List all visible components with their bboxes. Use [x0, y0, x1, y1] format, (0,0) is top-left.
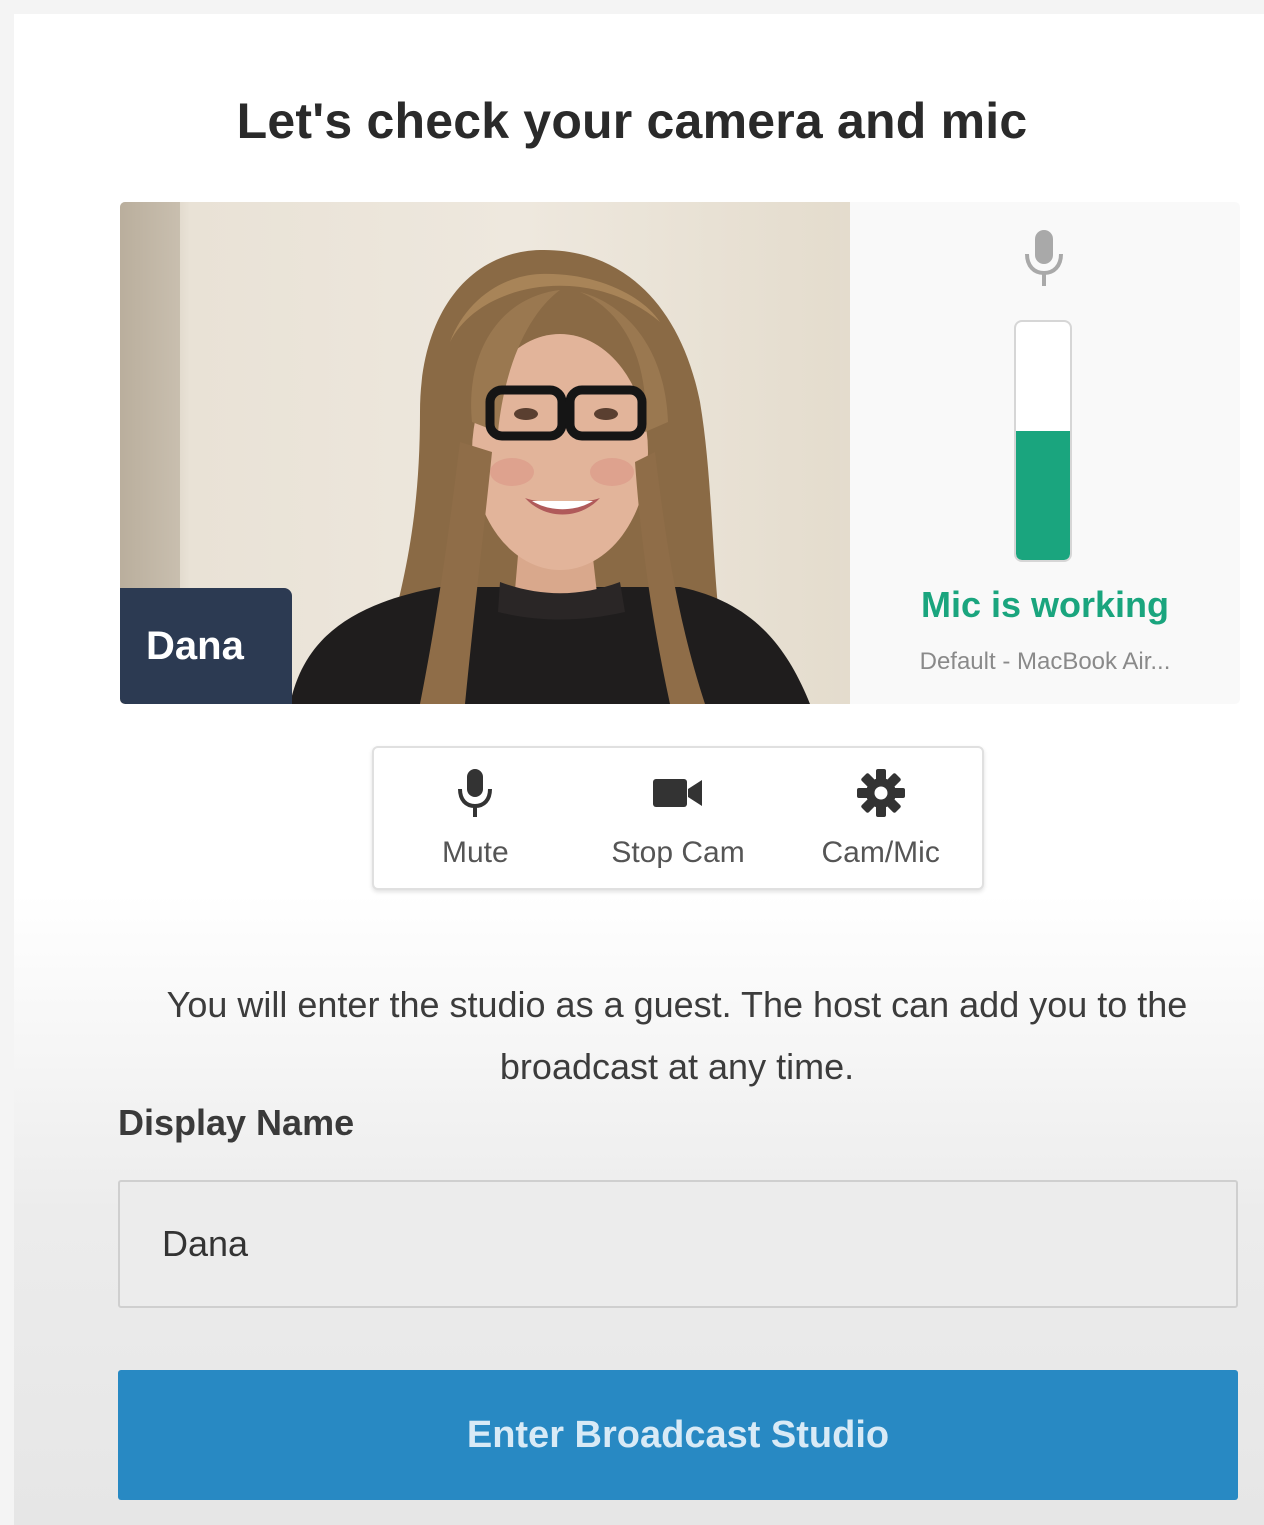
- mute-label: Mute: [441, 836, 509, 869]
- mic-check-panel: Mic is working Default - MacBook Air...: [850, 202, 1240, 704]
- media-controls: Mute Stop Cam Cam/Mic: [372, 746, 984, 890]
- mic-device-name: Default - MacBook Air...: [919, 648, 1171, 675]
- microphone-icon: [1025, 230, 1063, 286]
- cam-mic-settings-button[interactable]: Cam/Mic: [779, 748, 982, 888]
- stop-cam-button[interactable]: Stop Cam: [577, 748, 780, 888]
- guest-info-text: You will enter the studio as a guest. Th…: [166, 984, 1188, 1087]
- enter-broadcast-studio-button[interactable]: Enter Broadcast Studio: [118, 1370, 1238, 1500]
- display-name-label: Display Name: [118, 1102, 355, 1143]
- microphone-icon: [458, 769, 493, 817]
- mic-level-fill: [1016, 431, 1070, 560]
- participant-name-tag: Dana: [120, 588, 292, 704]
- cam-mic-label: Cam/Mic: [821, 836, 940, 869]
- page-title: Let's check your camera and mic: [236, 93, 1028, 149]
- mute-button[interactable]: Mute: [374, 748, 577, 888]
- video-camera-icon: [653, 779, 702, 807]
- camera-preview: Dana: [120, 202, 850, 704]
- stop-cam-label: Stop Cam: [611, 836, 745, 869]
- display-name-input[interactable]: [118, 1180, 1238, 1308]
- gear-icon: [856, 769, 905, 817]
- mic-status-text: Mic is working: [920, 584, 1170, 625]
- av-preview: Dana Mic is working Default - MacBook Ai…: [120, 202, 1240, 704]
- mic-level-meter: [1014, 320, 1072, 562]
